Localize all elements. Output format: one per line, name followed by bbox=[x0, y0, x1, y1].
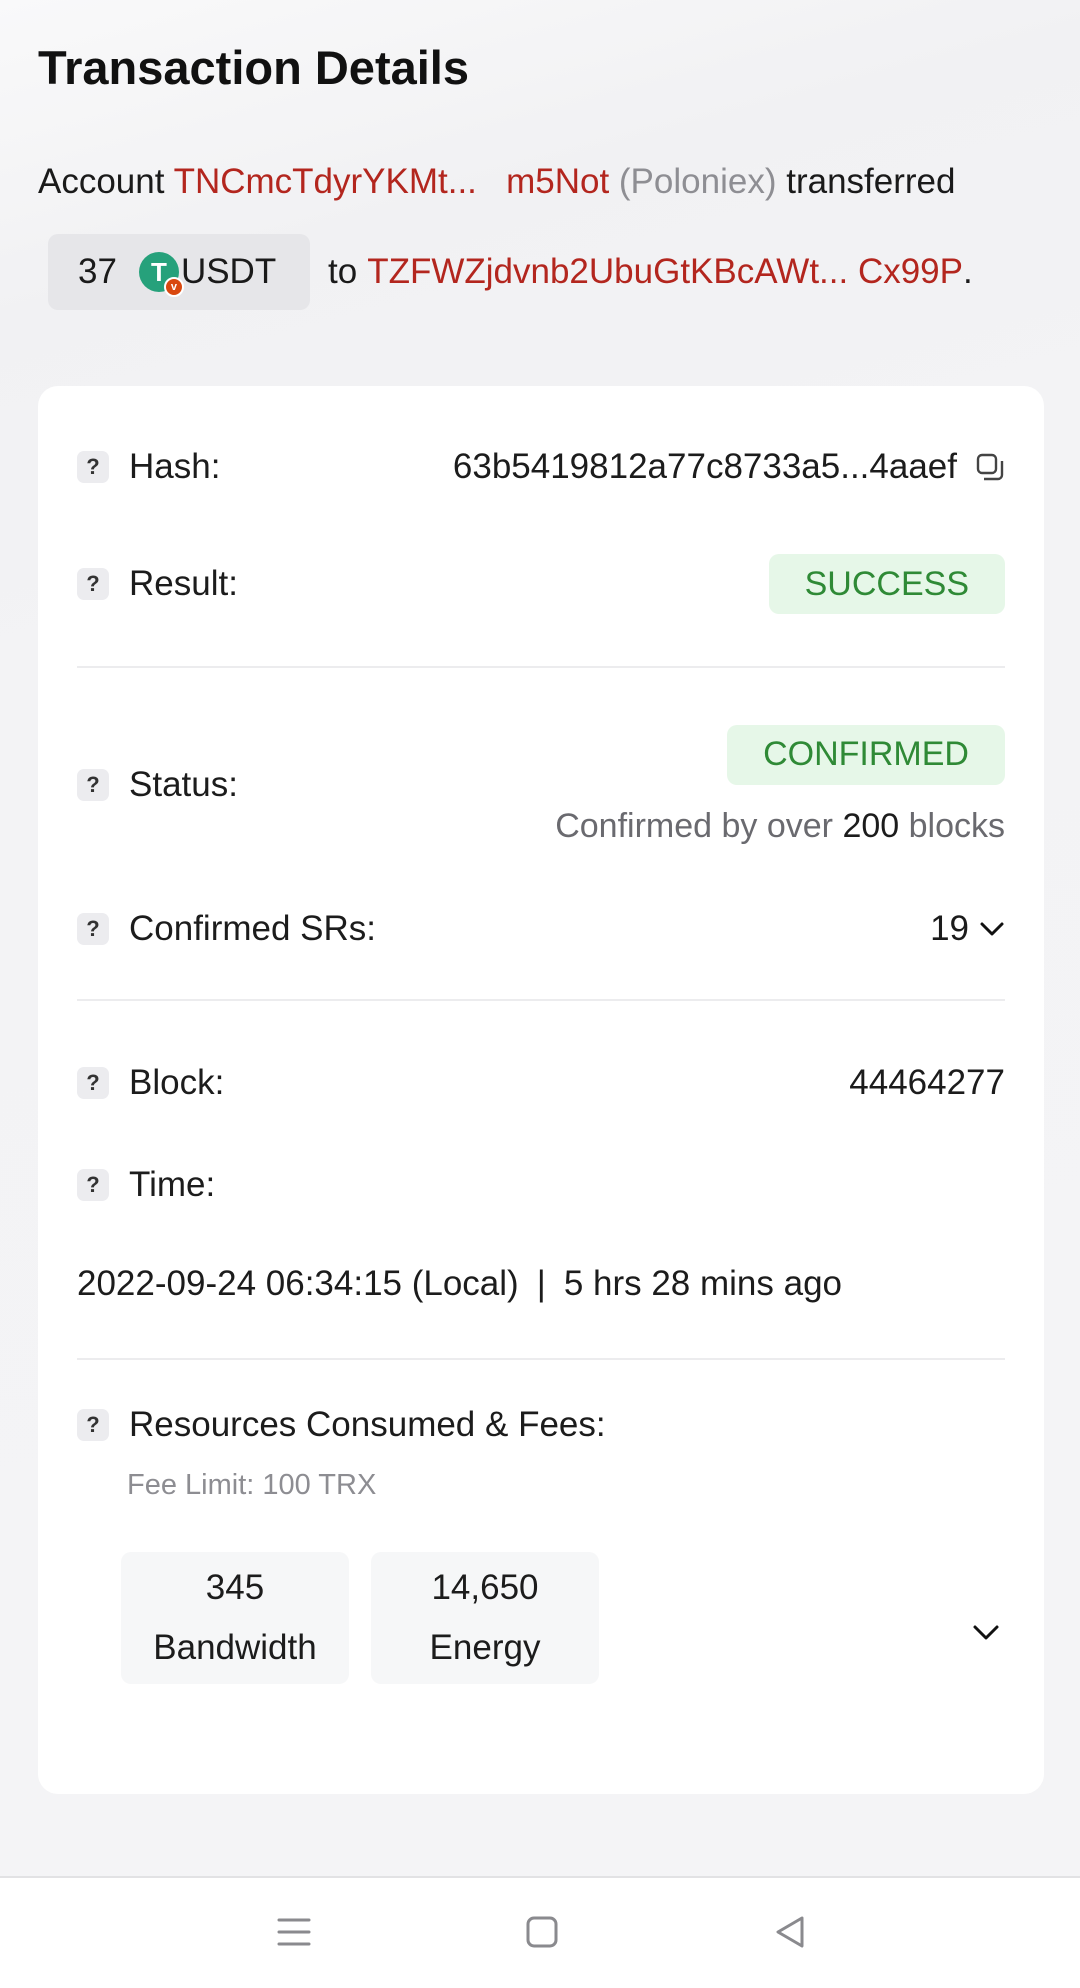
summary-period: . bbox=[963, 252, 973, 291]
home-square-icon[interactable] bbox=[524, 1914, 560, 1950]
account-word: Account bbox=[38, 162, 165, 201]
details-card: ? Hash: 63b5419812a77c8733a5...4aaef ? R… bbox=[38, 386, 1044, 1794]
resources-row: ? Resources Consumed & Fees: bbox=[77, 1400, 1005, 1450]
from-address-tag: (Poloniex) bbox=[618, 162, 777, 201]
time-label: Time: bbox=[129, 1165, 216, 1204]
divider bbox=[77, 1358, 1005, 1360]
result-badge: SUCCESS bbox=[768, 554, 1005, 614]
from-address-end: m5Not bbox=[506, 162, 610, 201]
transfer-summary: Account TNCmcTdyrYKMt... m5Not (Poloniex… bbox=[38, 162, 955, 202]
help-icon[interactable]: ? bbox=[77, 451, 109, 483]
energy-box: 14,650 Energy bbox=[371, 1552, 599, 1684]
from-address-link[interactable]: TNCmcTdyrYKMt... m5Not bbox=[174, 162, 610, 201]
bandwidth-value: 345 bbox=[205, 1568, 265, 1607]
hash-label: Hash: bbox=[129, 447, 221, 486]
energy-label: Energy bbox=[429, 1628, 541, 1667]
to-address-link[interactable]: TZFWZjdvnb2UbuGtKBcAWt... Cx99P bbox=[367, 252, 963, 292]
local-time: 2022-09-24 06:34:15 (Local) bbox=[77, 1264, 519, 1303]
from-address-start: TNCmcTdyrYKMt... bbox=[173, 162, 477, 201]
menu-icon[interactable] bbox=[276, 1914, 312, 1950]
confirmation-count: 200 bbox=[842, 806, 900, 845]
resources-label: Resources Consumed & Fees: bbox=[129, 1405, 606, 1444]
help-icon[interactable]: ? bbox=[77, 769, 109, 801]
transfer-verb: transferred bbox=[786, 162, 956, 201]
status-label: Status: bbox=[129, 765, 238, 804]
bandwidth-label: Bandwidth bbox=[153, 1628, 317, 1667]
bandwidth-box: 345 Bandwidth bbox=[121, 1552, 349, 1684]
back-triangle-icon[interactable] bbox=[772, 1914, 808, 1950]
fee-limit: Fee Limit: 100 TRX bbox=[127, 1469, 377, 1501]
confirmation-note: Confirmed by over 200 blocks bbox=[555, 806, 1005, 845]
token-symbol: USDT bbox=[180, 252, 277, 291]
chevron-down-icon[interactable] bbox=[972, 1624, 1000, 1642]
system-navigation-bar bbox=[0, 1876, 1080, 1988]
verified-badge-icon: v bbox=[163, 277, 184, 297]
time-row: ? Time: bbox=[77, 1160, 1005, 1210]
chevron-down-icon[interactable] bbox=[979, 921, 1005, 937]
result-row: ? Result: SUCCESS bbox=[77, 554, 1005, 614]
confirmed-srs-row[interactable]: ? Confirmed SRs: 19 bbox=[77, 904, 1005, 954]
amount-chip[interactable]: 37 T v USDT bbox=[48, 234, 310, 310]
confirmed-srs-value: 19 bbox=[930, 909, 969, 948]
amount-value: 37 bbox=[78, 252, 117, 291]
transfer-amount-line: 37 T v USDT to TZFWZjdvnb2UbuGtKBcAWt...… bbox=[48, 234, 973, 310]
help-icon[interactable]: ? bbox=[77, 568, 109, 600]
block-label: Block: bbox=[129, 1063, 225, 1102]
usdt-token-icon: T v bbox=[138, 252, 184, 297]
help-icon[interactable]: ? bbox=[77, 1169, 109, 1201]
block-number-link[interactable]: 44464277 bbox=[849, 1063, 1005, 1103]
hash-value: 63b5419812a77c8733a5...4aaef bbox=[452, 447, 957, 486]
help-icon[interactable]: ? bbox=[77, 1067, 109, 1099]
status-badge: CONFIRMED bbox=[727, 724, 1005, 785]
help-icon[interactable]: ? bbox=[77, 913, 109, 945]
hash-row: ? Hash: 63b5419812a77c8733a5...4aaef bbox=[77, 442, 1005, 492]
time-value: 2022-09-24 06:34:15 (Local) | 5 hrs 28 min… bbox=[77, 1264, 843, 1303]
confirmed-srs-label: Confirmed SRs: bbox=[129, 909, 377, 948]
divider bbox=[77, 999, 1005, 1001]
result-label: Result: bbox=[129, 564, 238, 603]
to-word: to bbox=[328, 252, 358, 291]
page-title: Transaction Details bbox=[38, 41, 469, 94]
transaction-details-page: Transaction Details Account TNCmcTdyrYKM… bbox=[0, 0, 1080, 1876]
help-icon[interactable]: ? bbox=[77, 1409, 109, 1441]
copy-icon[interactable] bbox=[975, 452, 1005, 482]
block-row: ? Block: 44464277 bbox=[77, 1058, 1005, 1108]
relative-time: 5 hrs 28 mins ago bbox=[563, 1264, 843, 1303]
status-row: ? Status: CONFIRMED Confirmed by over 20… bbox=[77, 720, 1005, 850]
divider bbox=[77, 666, 1005, 668]
energy-value: 14,650 bbox=[431, 1568, 539, 1607]
